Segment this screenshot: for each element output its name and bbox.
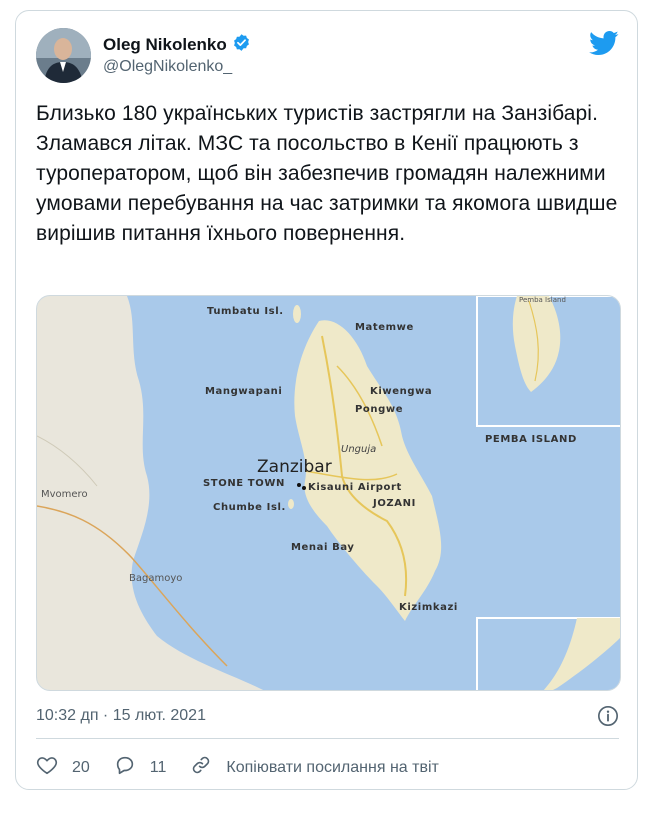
map-label-jozani: JOZANI <box>372 498 416 509</box>
reply-bubble-icon <box>114 754 136 781</box>
map-label-tumbatu: Tumbatu Isl. <box>207 306 284 317</box>
tweet-media-map[interactable]: Tumbatu Isl. Matemwe Mangwapani Kiwengwa… <box>36 295 621 691</box>
map-label-kizimkazi: Kizimkazi <box>399 602 458 613</box>
author-handle[interactable]: @OlegNikolenko_ <box>103 58 232 76</box>
map-label-mvomero: Mvomero <box>41 489 88 500</box>
map-label-pongwe: Pongwe <box>355 404 403 415</box>
author-name-row[interactable]: Oleg Nikolenko <box>103 33 251 57</box>
reply-count: 11 <box>149 758 167 776</box>
map-label-stone-town: STONE TOWN <box>203 478 285 489</box>
map-label-matemwe: Matemwe <box>355 322 414 333</box>
twitter-bird-icon[interactable] <box>589 31 619 56</box>
map-label-bagamoyo: Bagamoyo <box>129 573 182 584</box>
copy-link-button[interactable]: Копіювати посилання на твіт <box>190 754 439 781</box>
reply-button[interactable]: 11 <box>114 754 167 781</box>
author-name[interactable]: Oleg Nikolenko <box>103 35 227 55</box>
map-label-pemba-small: Pemba Island <box>519 296 566 304</box>
like-button[interactable]: 20 <box>36 754 90 781</box>
map-label-chumbe: Chumbe Isl. <box>213 502 286 513</box>
map-label-pemba-island: PEMBA ISLAND <box>485 434 577 445</box>
zanzibar-map: Tumbatu Isl. Matemwe Mangwapani Kiwengwa… <box>37 296 620 690</box>
link-icon <box>190 754 212 781</box>
divider <box>36 738 619 739</box>
map-label-zanzibar: Zanzibar <box>257 457 332 477</box>
map-label-kiwengwa: Kiwengwa <box>370 386 432 397</box>
map-label-menai-bay: Menai Bay <box>291 542 355 553</box>
map-label-mangwapani: Mangwapani <box>205 386 282 397</box>
info-icon[interactable] <box>597 705 619 727</box>
copy-link-label: Копіювати посилання на твіт <box>226 758 439 776</box>
tweet-text: Близько 180 українських туристів застряг… <box>36 102 618 245</box>
verified-badge-icon <box>232 33 251 57</box>
map-label-kisauni-airport: Kisauni Airport <box>308 482 402 493</box>
tweet-card: Oleg Nikolenko @OlegNikolenko_ Близько 1… <box>15 10 638 790</box>
tweet-actions: 20 11 Копіювати посилання на твіт <box>36 754 463 781</box>
tweet-timestamp[interactable]: 10:32 дп · 15 лют. 2021 <box>36 707 206 725</box>
heart-icon <box>36 754 58 781</box>
map-label-unguja: Unguja <box>341 444 376 455</box>
avatar[interactable] <box>36 28 91 83</box>
like-count: 20 <box>72 758 90 776</box>
